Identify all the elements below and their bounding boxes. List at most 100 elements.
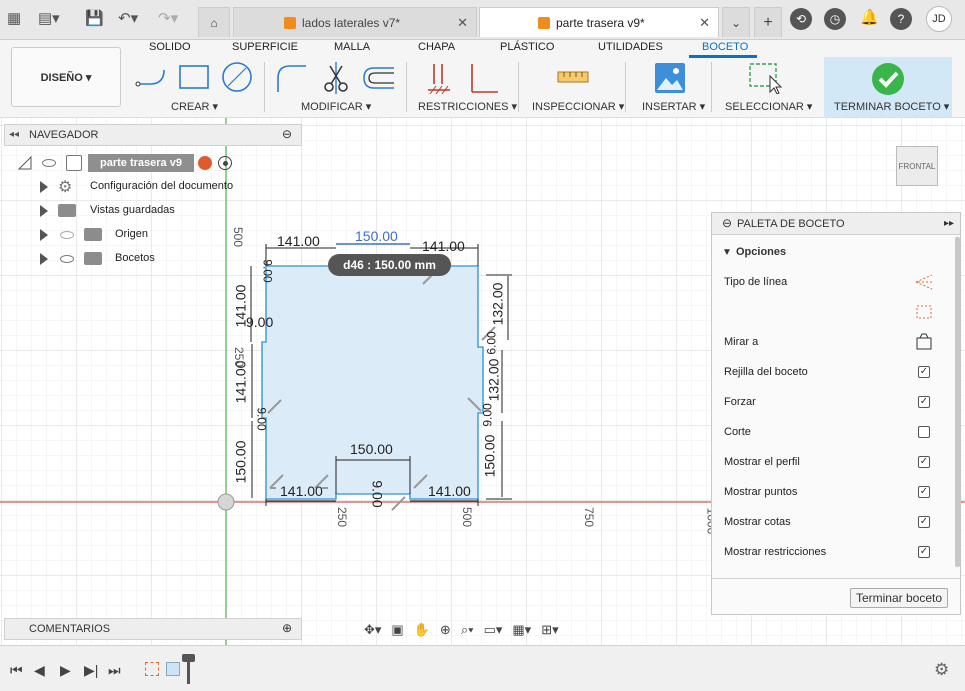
tab-plastico[interactable]: PLÁSTICO (500, 40, 554, 54)
palette-header[interactable]: ⊖ PALETA DE BOCETO ▸▸ (712, 213, 960, 235)
expand-arrow-icon[interactable] (40, 181, 48, 193)
circle-tool-icon[interactable] (220, 60, 254, 94)
visibility-icon[interactable] (42, 159, 56, 167)
inspect-menu[interactable]: INSPECCIONAR ▾ (532, 100, 624, 113)
warning-icon[interactable] (198, 156, 212, 170)
options-section[interactable]: Opciones (736, 246, 786, 258)
rectangle-tool-icon[interactable] (176, 62, 212, 92)
measure-tool-icon[interactable] (556, 66, 590, 88)
play-icon[interactable]: ▶ (60, 662, 71, 679)
app-grid-icon[interactable]: ▦ (7, 9, 21, 29)
viewports-icon[interactable]: ⊞▾ (541, 622, 558, 638)
help-icon[interactable]: ? (890, 8, 912, 30)
redo-icon[interactable]: ↷▾ (158, 9, 178, 29)
dimension-label[interactable]: 141.00 (277, 233, 320, 249)
activate-icon[interactable] (218, 156, 232, 170)
palette-scrollbar[interactable] (955, 237, 960, 567)
add-comment-icon[interactable]: ⊕ (282, 621, 292, 635)
show-dimensions-checkbox[interactable]: ✓ (918, 516, 930, 528)
sketch-grid-checkbox[interactable]: ✓ (918, 366, 930, 378)
close-icon[interactable]: ✕ (457, 15, 468, 31)
pan-icon[interactable]: ✋ (414, 622, 430, 638)
comments-panel[interactable]: COMENTARIOS ⊕ (4, 618, 302, 640)
gear-icon[interactable]: ⚙ (934, 660, 949, 680)
navigator-item-views[interactable]: Vistas guardadas (36, 200, 266, 222)
perpendicular-constraint-icon[interactable] (466, 62, 500, 96)
zoom-window-icon[interactable]: ⌕▾ (461, 622, 474, 638)
dimension-label[interactable]: 150.00 (232, 441, 248, 484)
file-icon[interactable]: ▤▾ (38, 9, 60, 29)
expand-arrow-icon[interactable] (40, 205, 48, 217)
dimension-label[interactable]: 141.00 (428, 483, 471, 499)
dimension-label[interactable]: 9.00 (481, 403, 495, 426)
new-tab-button[interactable]: + (754, 7, 782, 37)
expand-icon[interactable]: ▸▸ (944, 218, 954, 229)
line-tool-icon[interactable] (134, 62, 170, 92)
doc-tab-lados-laterales[interactable]: lados laterales v7* ✕ (233, 7, 477, 37)
create-menu[interactable]: CREAR ▾ (171, 100, 218, 113)
minimize-icon[interactable]: ⊖ (722, 216, 732, 230)
modify-menu[interactable]: MODIFICAR ▾ (301, 100, 371, 113)
dimension-label[interactable]: 132.00 (485, 359, 501, 402)
navigator-item-config[interactable]: ⚙ Configuración del documento (36, 176, 266, 198)
dimension-label[interactable]: 150.00 (481, 435, 497, 478)
dimension-label[interactable]: 141.00 (422, 238, 465, 254)
navigator-root[interactable]: parte trasera v9 (16, 152, 246, 174)
trim-tool-icon[interactable] (320, 60, 352, 96)
notifications-icon[interactable]: 🔔 (860, 8, 879, 28)
next-step-icon[interactable]: ▶| (84, 662, 98, 679)
collapse-icon[interactable]: ◂◂ (9, 129, 19, 140)
grid-settings-icon[interactable]: ▦▾ (512, 622, 531, 638)
workspace-dropdown[interactable]: DISEÑO ▾ (11, 47, 121, 107)
zoom-icon[interactable]: ⊕ (440, 622, 451, 638)
snap-checkbox[interactable]: ✓ (918, 396, 930, 408)
tab-malla[interactable]: MALLA (334, 40, 370, 54)
select-menu[interactable]: SELECCIONAR ▾ (725, 100, 812, 113)
look-at-icon[interactable] (914, 332, 934, 352)
offset-tool-icon[interactable] (360, 64, 396, 92)
dimension-label[interactable]: 132.00 (489, 283, 505, 326)
show-profile-checkbox[interactable]: ✓ (918, 456, 930, 468)
display-settings-icon[interactable]: ▭▾ (484, 622, 503, 638)
dimension-label[interactable]: 9.00 (246, 314, 273, 330)
construction-icon[interactable] (914, 302, 934, 322)
dimension-label[interactable]: 150.00 (350, 441, 393, 457)
coincident-constraint-icon[interactable] (426, 62, 452, 94)
expand-arrow-icon[interactable] (40, 253, 48, 265)
tab-overflow-button[interactable]: ⌄ (722, 7, 750, 37)
first-step-icon[interactable]: ⏮ (10, 662, 23, 679)
slice-checkbox[interactable] (918, 426, 930, 438)
minimize-icon[interactable]: ⊖ (282, 127, 292, 141)
orbit-icon[interactable]: ✥▾ (364, 622, 381, 638)
navigator-item-origin[interactable]: Origen (36, 224, 266, 246)
tab-solido[interactable]: SOLIDO (149, 40, 191, 54)
dimension-label[interactable]: 150.00 (355, 228, 398, 244)
visibility-icon[interactable] (60, 255, 74, 263)
navigator-header[interactable]: ◂◂ NAVEGADOR ⊖ (4, 124, 302, 146)
line-type-icon[interactable] (914, 272, 934, 292)
home-tab[interactable]: ⌂ (198, 7, 230, 37)
dimension-label[interactable]: 9.00 (370, 480, 386, 507)
constraints-menu[interactable]: RESTRICCIONES ▾ (418, 100, 517, 113)
dimension-label[interactable]: 9.00 (255, 407, 269, 430)
previous-step-icon[interactable]: ◀ (34, 662, 45, 679)
last-step-icon[interactable]: ⏭ (108, 662, 121, 679)
tab-superficie[interactable]: SUPERFICIE (232, 40, 298, 54)
timeline-marker-handle[interactable] (182, 654, 195, 662)
doc-tab-parte-trasera[interactable]: parte trasera v9* ✕ (479, 7, 719, 37)
select-tool-icon[interactable] (748, 62, 784, 94)
insert-menu[interactable]: INSERTAR ▾ (642, 100, 705, 113)
insert-image-icon[interactable] (654, 62, 686, 94)
tab-chapa[interactable]: CHAPA (418, 40, 455, 54)
chevron-down-icon[interactable]: ▼ (722, 247, 732, 258)
show-constraints-checkbox[interactable]: ✓ (918, 546, 930, 558)
save-icon[interactable]: 💾 (85, 9, 104, 29)
tab-utilidades[interactable]: UTILIDADES (598, 40, 663, 54)
fillet-tool-icon[interactable] (274, 62, 308, 94)
expand-arrow-icon[interactable] (40, 229, 48, 241)
look-at-icon[interactable]: ▣ (391, 622, 403, 638)
timeline-sketch-icon[interactable] (145, 662, 159, 676)
show-points-checkbox[interactable]: ✓ (918, 486, 930, 498)
close-icon[interactable]: ✕ (699, 15, 710, 31)
navigator-item-sketches[interactable]: Bocetos (36, 248, 266, 270)
